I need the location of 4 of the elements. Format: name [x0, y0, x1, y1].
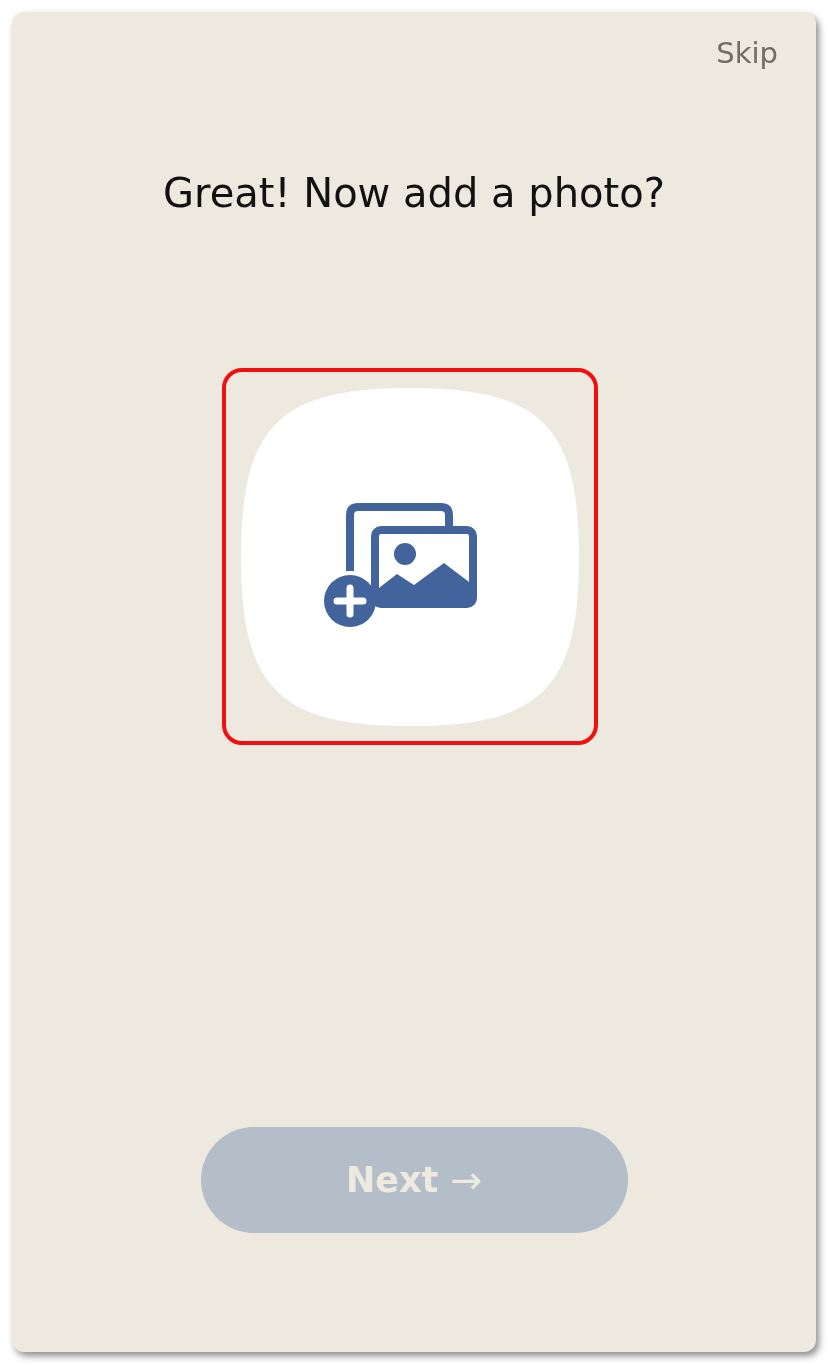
add-photo-icon	[241, 387, 579, 726]
page-title: Great! Now add a photo?	[163, 169, 665, 217]
skip-button[interactable]: Skip	[716, 36, 778, 70]
add-photo-button[interactable]	[222, 368, 598, 745]
